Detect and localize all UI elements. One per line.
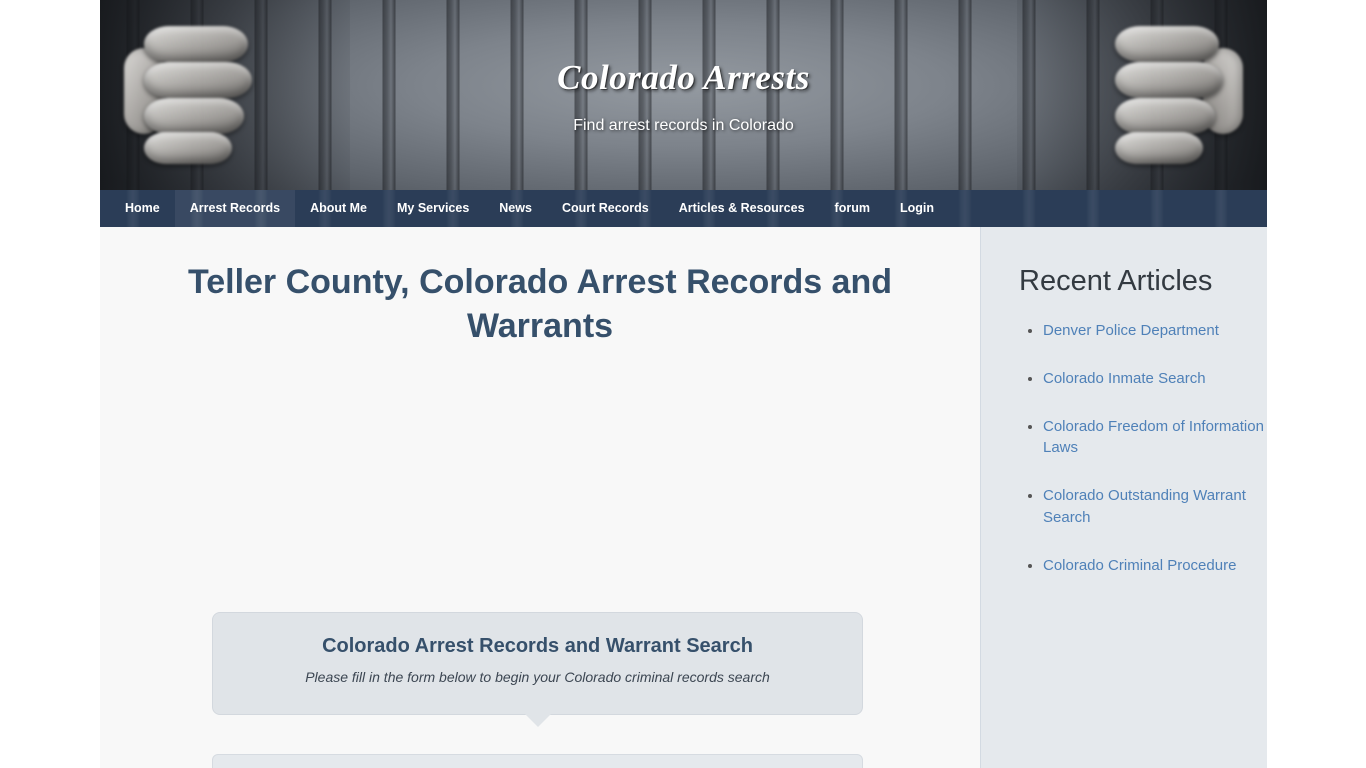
site-tagline: Find arrest records in Colorado (573, 117, 794, 134)
list-item: Colorado Criminal Procedure (1043, 555, 1267, 577)
site-banner: Colorado Arrests Find arrest records in … (100, 0, 1267, 190)
list-item: Colorado Inmate Search (1043, 368, 1267, 390)
sidebar-link-colorado-criminal-procedure[interactable]: Colorado Criminal Procedure (1043, 557, 1236, 574)
nav-item-my-services[interactable]: My Services (382, 190, 484, 227)
recent-articles-list: Denver Police Department Colorado Inmate… (981, 320, 1267, 576)
nav-item-forum[interactable]: forum (820, 190, 885, 227)
list-item: Denver Police Department (1043, 320, 1267, 342)
left-knuckle-1 (144, 26, 248, 62)
nav-item-news[interactable]: News (484, 190, 547, 227)
sidebar-link-colorado-freedom-of-information-laws[interactable]: Colorado Freedom of Information Laws (1043, 418, 1264, 457)
nav-item-about-me[interactable]: About Me (295, 190, 382, 227)
sidebar-link-denver-police-department[interactable]: Denver Police Department (1043, 322, 1219, 339)
sidebar: Recent Articles Denver Police Department… (980, 227, 1267, 768)
page-root: Colorado Arrests Find arrest records in … (0, 0, 1366, 768)
callout-pointer-icon (524, 713, 551, 727)
sidebar-link-colorado-outstanding-warrant-search[interactable]: Colorado Outstanding Warrant Search (1043, 487, 1246, 526)
callout-subtitle: Please fill in the form below to begin y… (305, 669, 770, 685)
search-callout: Colorado Arrest Records and Warrant Sear… (212, 612, 863, 727)
main-navigation: Home Arrest Records About Me My Services… (100, 190, 1267, 227)
nav-item-court-records[interactable]: Court Records (547, 190, 664, 227)
nav-item-home[interactable]: Home (110, 190, 175, 227)
site-title: Colorado Arrests (557, 58, 810, 97)
left-knuckle-4 (144, 132, 232, 164)
nav-item-articles-resources[interactable]: Articles & Resources (664, 190, 820, 227)
sidebar-title: Recent Articles (1019, 265, 1213, 297)
content-area: Teller County, Colorado Arrest Records a… (100, 227, 1267, 768)
callout-title: Colorado Arrest Records and Warrant Sear… (322, 635, 753, 657)
main-column: Teller County, Colorado Arrest Records a… (100, 227, 980, 768)
list-item: Colorado Outstanding Warrant Search (1043, 485, 1267, 529)
list-item: Colorado Freedom of Information Laws (1043, 416, 1267, 460)
right-knuckle-4 (1115, 132, 1203, 164)
sidebar-link-colorado-inmate-search[interactable]: Colorado Inmate Search (1043, 370, 1206, 387)
search-form-panel: *First Name: *Last Name: State: Colorado (212, 754, 863, 768)
page-title: Teller County, Colorado Arrest Records a… (187, 263, 893, 346)
right-knuckle-1 (1115, 26, 1219, 62)
nav-item-arrest-records[interactable]: Arrest Records (174, 190, 296, 227)
nav-item-login[interactable]: Login (885, 190, 949, 227)
site-container: Colorado Arrests Find arrest records in … (100, 0, 1267, 768)
